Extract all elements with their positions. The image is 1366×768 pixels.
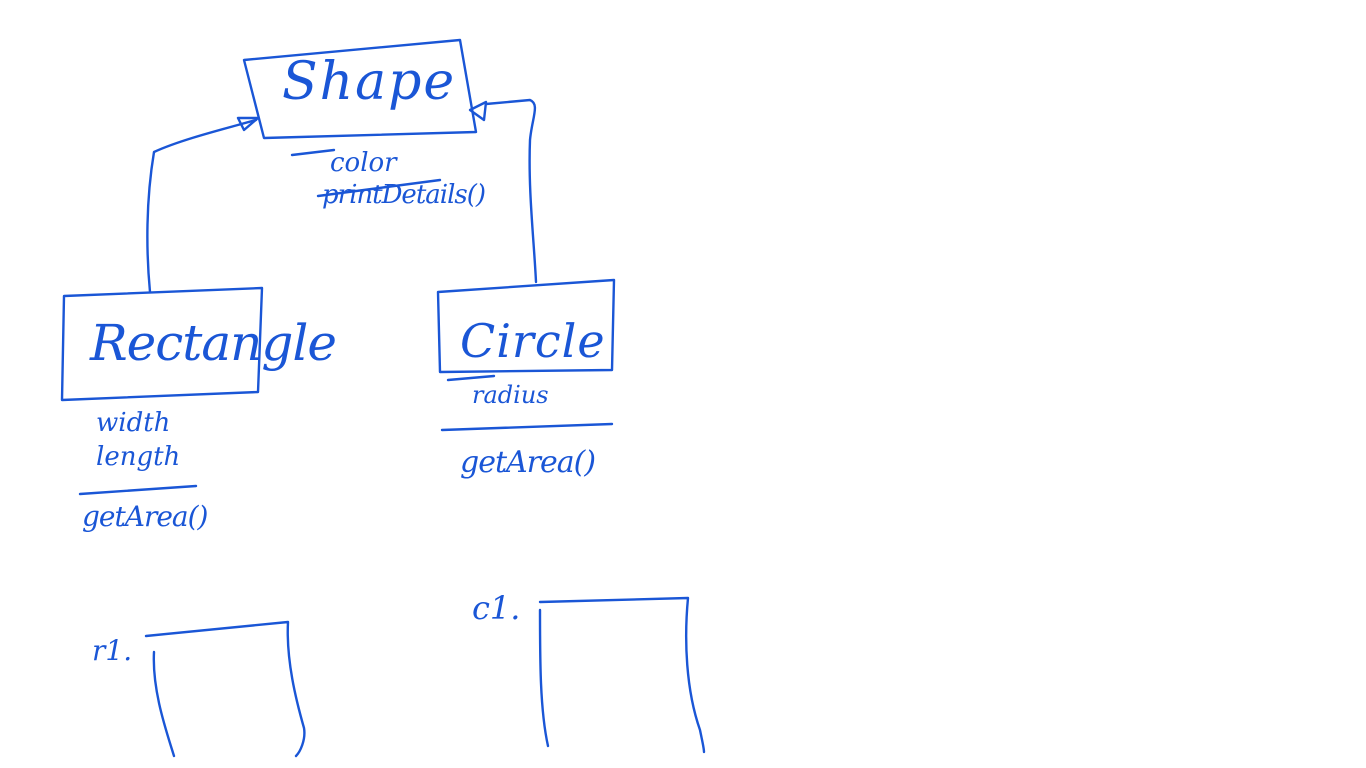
rectangle-class-title: Rectangle — [90, 314, 337, 372]
rectangle-arrowhead — [236, 116, 260, 132]
c1-object-label: c1. — [472, 589, 521, 627]
circle-inherits-arrow — [484, 98, 538, 284]
shape-top-separator-line — [290, 148, 336, 157]
shape-attribute-color: color — [330, 148, 397, 178]
shape-method-print-details: printDetails() — [322, 180, 486, 210]
circle-attribute-radius: radius — [472, 381, 549, 409]
rectangle-attribute-length: length — [96, 442, 181, 472]
circle-method-get-area: getArea() — [460, 445, 596, 480]
rectangle-separator-line — [78, 484, 198, 496]
rectangle-inherits-arrow — [146, 118, 258, 294]
circle-separator-line-2 — [440, 422, 614, 432]
rectangle-method-get-area: getArea() — [82, 500, 208, 533]
r1-object-label: r1. — [92, 634, 133, 667]
r1-object-box — [144, 620, 306, 758]
circle-class-title: Circle — [460, 314, 606, 368]
c1-object-box — [538, 596, 706, 754]
whiteboard-canvas: Shape color printDetails() Rectangle wid… — [0, 0, 1366, 768]
circle-separator-line-1 — [446, 374, 496, 382]
diagram-drawing — [60, 38, 706, 758]
rectangle-attribute-width: width — [96, 408, 171, 438]
shape-class-title: Shape — [282, 52, 457, 112]
